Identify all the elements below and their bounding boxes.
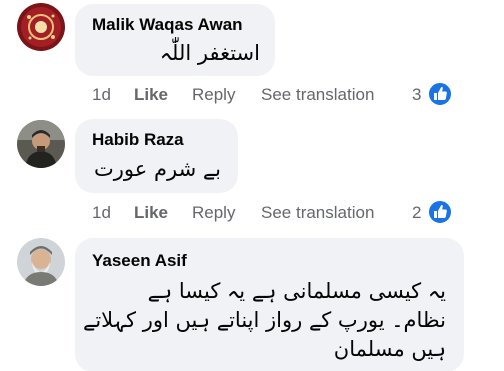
comment-author[interactable]: Habib Raza	[92, 130, 184, 150]
comment-text: استغفر اللّٰہ	[159, 41, 260, 65]
comment-text-line: ہیں مسلمان	[333, 337, 446, 361]
comment-bubble: Malik Waqas Awan استغفر اللّٰہ	[75, 4, 275, 76]
comment-item: Habib Raza بے شرم عورت 1d Like Reply See…	[0, 117, 504, 234]
comment-timestamp[interactable]: 1d	[92, 85, 111, 105]
comment-text-line: یہ کیسی مسلمانی ہے یہ کیسا ہے	[147, 279, 446, 303]
comment-author[interactable]: Malik Waqas Awan	[92, 15, 243, 35]
reply-button[interactable]: Reply	[192, 203, 235, 223]
comment-text: بے شرم عورت	[94, 157, 221, 181]
see-translation-link[interactable]: See translation	[261, 85, 374, 105]
comment-text-line: نظام۔ یورپ کے رواز اپناتے ہیں اور کہلاتے	[83, 308, 446, 332]
comment-item: Malik Waqas Awan استغفر اللّٰہ 1d Like R…	[0, 0, 504, 117]
comment-author[interactable]: Yaseen Asif	[92, 251, 187, 271]
like-button[interactable]: Like	[134, 203, 168, 223]
like-button[interactable]: Like	[134, 85, 168, 105]
comment-timestamp[interactable]: 1d	[92, 203, 111, 223]
reaction-count[interactable]: 3	[412, 85, 421, 105]
comment-actions: 1d Like Reply See translation	[92, 203, 392, 227]
comment-item: Yaseen Asif یہ کیسی مسلمانی ہے یہ کیسا ہ…	[0, 234, 504, 371]
avatar[interactable]	[17, 120, 65, 168]
comment-bubble: Habib Raza بے شرم عورت	[75, 119, 238, 193]
like-icon[interactable]	[427, 199, 453, 225]
comment-actions: 1d Like Reply See translation	[92, 85, 392, 109]
like-icon[interactable]	[427, 81, 453, 107]
see-translation-link[interactable]: See translation	[261, 203, 374, 223]
avatar[interactable]	[17, 3, 65, 51]
reaction-count[interactable]: 2	[412, 203, 421, 223]
comment-bubble: Yaseen Asif یہ کیسی مسلمانی ہے یہ کیسا ہ…	[75, 238, 464, 371]
avatar[interactable]	[17, 238, 65, 286]
reply-button[interactable]: Reply	[192, 85, 235, 105]
